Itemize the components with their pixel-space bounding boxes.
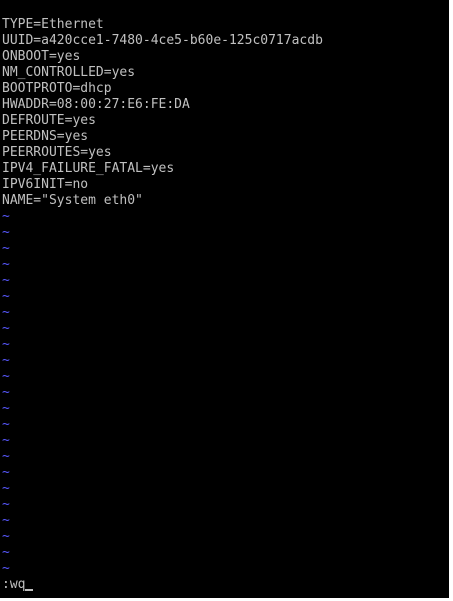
file-line-nm-controlled[interactable]: NM_CONTROLLED=yes (2, 65, 323, 81)
file-line-ipv4-failure-fatal[interactable]: IPV4_FAILURE_FATAL=yes (2, 161, 323, 177)
file-line-onboot[interactable]: ONBOOT=yes (2, 49, 323, 65)
command-text[interactable]: :wq (2, 577, 25, 592)
empty-line-tilde: ~ (2, 321, 10, 336)
file-line-type[interactable]: TYPE=Ethernet (2, 17, 323, 33)
file-line-defroute[interactable]: DEFROUTE=yes (2, 113, 323, 129)
empty-line-tilde: ~ (2, 353, 10, 368)
empty-line-tilde: ~ (2, 225, 10, 240)
empty-line-tilde: ~ (2, 209, 10, 224)
file-line-uuid[interactable]: UUID=a420cce1-7480-4ce5-b60e-125c0717acd… (2, 33, 323, 49)
file-line-peerroutes[interactable]: PEERROUTES=yes (2, 145, 323, 161)
vi-editor-buffer[interactable]: TYPE=Ethernet UUID=a420cce1-7480-4ce5-b6… (2, 17, 323, 577)
empty-line-tilde: ~ (2, 465, 10, 480)
empty-line-tilde: ~ (2, 273, 10, 288)
empty-line-tilde: ~ (2, 433, 10, 448)
empty-line-tilde: ~ (2, 305, 10, 320)
terminal-window[interactable]: TYPE=Ethernet UUID=a420cce1-7480-4ce5-b6… (0, 0, 449, 598)
file-line-peerdns[interactable]: PEERDNS=yes (2, 129, 323, 145)
empty-line-markers: ~ ~ ~ ~ ~ ~ ~ ~ ~ ~ ~ ~ ~ ~ ~ ~ ~ ~ ~ ~ ~ ~ ~ (2, 209, 323, 577)
empty-line-tilde: ~ (2, 337, 10, 352)
empty-line-tilde: ~ (2, 561, 10, 576)
empty-line-tilde: ~ (2, 449, 10, 464)
empty-line-tilde: ~ (2, 529, 10, 544)
empty-line-tilde: ~ (2, 497, 10, 512)
file-line-bootproto[interactable]: BOOTPROTO=dhcp (2, 81, 323, 97)
empty-line-tilde: ~ (2, 401, 10, 416)
empty-line-tilde: ~ (2, 369, 10, 384)
empty-line-tilde: ~ (2, 417, 10, 432)
file-line-ipv6init[interactable]: IPV6INIT=no (2, 177, 323, 193)
file-line-name[interactable]: NAME="System eth0" (2, 193, 323, 209)
empty-line-tilde: ~ (2, 241, 10, 256)
text-cursor (25, 589, 34, 591)
vi-command-line[interactable]: :wq (2, 577, 34, 593)
empty-line-tilde: ~ (2, 545, 10, 560)
empty-line-tilde: ~ (2, 481, 10, 496)
empty-line-tilde: ~ (2, 257, 10, 272)
empty-line-tilde: ~ (2, 385, 10, 400)
empty-line-tilde: ~ (2, 289, 10, 304)
file-line-hwaddr[interactable]: HWADDR=08:00:27:E6:FE:DA (2, 97, 323, 113)
empty-line-tilde: ~ (2, 513, 10, 528)
